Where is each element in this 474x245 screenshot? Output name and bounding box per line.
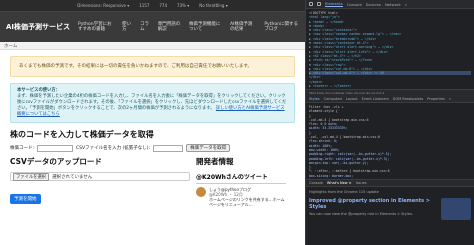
info-alert: 本サービスの使い方： まず、株価を予測したい企業の4桁の株価コードを入力し、ファ… [10, 83, 295, 123]
tab-sources[interactable]: Sources [366, 2, 381, 7]
predict-button[interactable]: 予測を開始 [10, 194, 41, 204]
inspect-icon[interactable] [309, 2, 313, 6]
nav-item-books[interactable]: Python学習におすすめの書籍 [78, 22, 114, 33]
whats-new-panel: Highlights from the Chrome 115 update Im… [306, 187, 474, 223]
developer-title: 開発者情報 [196, 157, 234, 166]
nav-item-howto[interactable]: 使い方 [122, 22, 132, 33]
style-tabs: Styles Computed Layout Event Listeners D… [306, 95, 474, 103]
choose-file-button[interactable]: ファイルを選択 [13, 172, 50, 181]
app-window: Dimensions: Responsive ▾ 1157 774 73% ▾ … [0, 0, 474, 245]
csv-label: CSVファイル名を入力 (拡張子なし): [76, 146, 151, 151]
tab-more[interactable]: » [405, 2, 407, 7]
tweet-card[interactable]: しょう@pythonブログ @K20Wh ・ 12月 ホームページのリンクを共有… [196, 187, 286, 207]
content-row: CSVデータのアップロード ファイルを選択 選択されていません 予測を開始 開発… [10, 156, 295, 207]
tab-elements[interactable]: Elements [325, 1, 343, 7]
stock-code-input[interactable] [37, 144, 74, 152]
code-label: 株価コード: [10, 146, 35, 151]
dom-tree: <!DOCTYPE html> <html lang="ja"> ▶ <head… [306, 9, 474, 89]
zoom-select[interactable]: 73% ▾ [177, 3, 189, 8]
nav-item-blog[interactable]: Pythonに関するブログ [264, 22, 299, 33]
dimensions-select[interactable]: Dimensions: Responsive ▾ [77, 3, 129, 8]
tab-properties[interactable]: Properties [427, 97, 445, 101]
csv-name-input[interactable] [153, 144, 184, 152]
device-toggle-icon[interactable] [317, 2, 321, 6]
breadcrumb[interactable]: ホーム [0, 42, 305, 50]
site-navbar: AI株価予測サービス Python学習におすすめの書籍 使い方 コラム 専門用語… [0, 12, 305, 42]
nav-item-column[interactable]: コラム [140, 22, 150, 33]
tab-more[interactable]: » [449, 97, 451, 101]
styles-pane: Filter :hov .cls + element.style { } .co… [306, 103, 474, 179]
stock-form: 株価コード: CSVファイル名を入力 (拡張子なし): 株価データを取得 [10, 144, 295, 152]
drawer-tab-console[interactable]: Console [309, 181, 323, 185]
devtools-panel: Elements Console Sources Network » <!DOC… [305, 0, 474, 245]
get-stock-button[interactable]: 株価データを取得 [186, 144, 231, 152]
tab-computed[interactable]: Computed [324, 97, 342, 101]
tab-console[interactable]: Console [347, 2, 362, 7]
drawer-tab-whats-new[interactable]: What's New ✕ [327, 181, 352, 185]
page-viewport: AI株価予測サービス Python学習におすすめの書籍 使い方 コラム 専門用語… [0, 12, 305, 245]
tab-network[interactable]: Network [385, 2, 401, 7]
developer-column: 開発者情報 @K20Whさんのツイート しょう@pythonブログ @K20Wh… [196, 156, 286, 207]
whats-new-card[interactable]: Improved @property section in Elements >… [309, 198, 471, 220]
dom-line[interactable]: ▶ <footer> … </footer> [309, 84, 471, 88]
tab-event-listeners[interactable]: Event Listeners [362, 97, 389, 101]
file-input[interactable]: ファイルを選択 選択されていません [10, 172, 190, 181]
main-content: あくまでも株価の予測です。その結果には一切の責任を負いかねますので、ご利用は自己… [0, 50, 305, 213]
site-brand[interactable]: AI株価予測サービス [6, 22, 70, 32]
tweet-header[interactable]: @K20Whさんのツイート [196, 172, 286, 184]
devtools-tabs: Elements Console Sources Network » [306, 0, 474, 9]
whats-new-note: Highlights from the Chrome 115 update [309, 190, 379, 194]
promo-image [441, 198, 471, 220]
warning-alert: あくまでも株価の予測です。その結果には一切の責任を負いかねますので、ご利用は自己… [10, 56, 295, 77]
tab-layout[interactable]: Layout [346, 97, 358, 101]
promo-subtitle: You can now view the @property rule in E… [309, 212, 413, 216]
drawer-tab-issues[interactable]: Issues [356, 181, 367, 185]
tab-dom-breakpoints[interactable]: DOM Breakpoints [393, 97, 423, 101]
device-toolbar: Dimensions: Responsive ▾ 1157 774 73% ▾ … [0, 0, 305, 12]
viewport-width[interactable]: 1157 [139, 3, 149, 8]
promo-title[interactable]: Improved @property section in Elements >… [309, 198, 437, 210]
stock-section-title: 株のコードを入力して株価データを取得 [10, 130, 154, 139]
nav-item-prediction[interactable]: 株価予測機能について [189, 22, 222, 33]
tweet-text: ホームページのリンクを共有する…ホームページをリニューアル… [209, 197, 285, 207]
file-status: 選択されていません [52, 174, 93, 180]
tab-styles[interactable]: Styles [309, 97, 320, 101]
upload-column: CSVデータのアップロード ファイルを選択 選択されていません 予測を開始 [10, 156, 190, 207]
throttle-select[interactable]: No throttling ▾ [199, 3, 228, 8]
nav-item-glossary[interactable]: 専門用語の解説 [158, 22, 181, 33]
nav-item-results[interactable]: AI株価予測の結果 [230, 22, 256, 33]
drawer-tabs: Console What's New ✕ Issues [306, 179, 474, 187]
avatar [196, 187, 206, 197]
upload-title: CSVデータのアップロード [10, 157, 102, 166]
viewport-height[interactable]: 774 [159, 3, 167, 8]
